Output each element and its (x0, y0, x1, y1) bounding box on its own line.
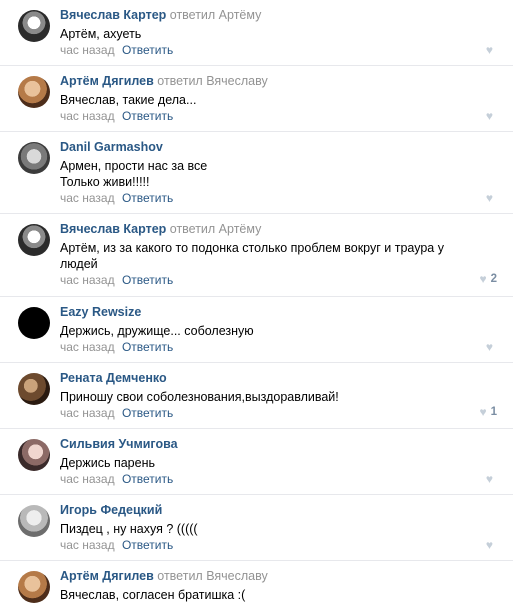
comment-text: Вячеслав, такие дела... (60, 93, 197, 107)
avatar[interactable] (18, 10, 50, 42)
comment-meta: час назад Ответить (60, 191, 173, 205)
comment-item: Рената Демченко Приношу свои соболезнова… (0, 363, 513, 429)
author-link[interactable]: Артём Дягилев (60, 569, 154, 583)
comment-text: Артём, ахуеть (60, 27, 142, 41)
comment-meta: час назад Ответить (60, 273, 173, 287)
comment-text: Армен, прости нас за все Только живи!!!!… (60, 159, 208, 189)
author-link[interactable]: Артём Дягилев (60, 74, 154, 88)
author-link[interactable]: Сильвия Учмигова (60, 437, 178, 451)
comment-item: Eazy Rewsize Держись, дружище... соболез… (0, 297, 513, 363)
timestamp: час назад (60, 538, 115, 552)
author-link[interactable]: Вячеслав Картер (60, 8, 166, 22)
reply-button[interactable]: Ответить (122, 109, 173, 123)
timestamp: час назад (60, 340, 115, 354)
heart-icon: ♥ (485, 472, 493, 486)
comment-item: Артём Дягилев ответил Вячеславу Вячеслав… (0, 561, 513, 603)
heart-icon: ♥ (485, 43, 493, 57)
avatar[interactable] (18, 571, 50, 603)
reply-button[interactable]: Ответить (122, 340, 173, 354)
reply-button[interactable]: Ответить (122, 406, 173, 420)
like-count: 1 (490, 406, 497, 418)
avatar[interactable] (18, 439, 50, 471)
heart-icon: ♥ (485, 538, 493, 552)
heart-icon: ♥ (479, 272, 487, 286)
comment-meta: час назад Ответить (60, 538, 173, 552)
heart-icon: ♥ (485, 109, 493, 123)
comment-item: Вячеслав Картер ответил Артёму Артём, ах… (0, 0, 513, 66)
comment-header: Сильвия Учмигова (60, 437, 178, 451)
like-button[interactable]: ♥ 2 (479, 273, 497, 285)
comment-header: Eazy Rewsize (60, 305, 141, 319)
avatar[interactable] (18, 505, 50, 537)
like-button[interactable]: ♥ (486, 473, 497, 485)
comment-header: Danil Garmashov (60, 140, 163, 154)
comment-meta: час назад Ответить (60, 340, 173, 354)
heart-icon: ♥ (479, 405, 487, 419)
replied-to-label: ответил Вячеславу (157, 74, 268, 88)
comment-text: Держись, дружище... соболезную (60, 324, 254, 338)
comment-header: Артём Дягилев ответил Вячеславу (60, 74, 268, 88)
like-button[interactable]: ♥ (486, 110, 497, 122)
comment-header: Рената Демченко (60, 371, 167, 385)
reply-button[interactable]: Ответить (122, 43, 173, 57)
comment-header: Вячеслав Картер ответил Артёму (60, 8, 261, 22)
timestamp: час назад (60, 406, 115, 420)
author-link[interactable]: Вячеслав Картер (60, 222, 166, 236)
replied-to-label: ответил Артёму (169, 8, 262, 22)
timestamp: час назад (60, 472, 115, 486)
comment-meta: час назад Ответить (60, 406, 173, 420)
heart-icon: ♥ (485, 340, 493, 354)
reply-button[interactable]: Ответить (122, 273, 173, 287)
like-button[interactable]: ♥ (486, 539, 497, 551)
comment-item: Артём Дягилев ответил Вячеславу Вячеслав… (0, 66, 513, 132)
author-link[interactable]: Игорь Федецкий (60, 503, 162, 517)
replied-to-label: ответил Артёму (169, 222, 262, 236)
comment-meta: час назад Ответить (60, 43, 173, 57)
reply-button[interactable]: Ответить (122, 472, 173, 486)
like-button[interactable]: ♥ (486, 192, 497, 204)
comment-item: Вячеслав Картер ответил Артёму Артём, из… (0, 214, 513, 297)
heart-icon: ♥ (485, 191, 493, 205)
replied-to-label: ответил Вячеславу (157, 569, 268, 583)
avatar[interactable] (18, 224, 50, 256)
timestamp: час назад (60, 43, 115, 57)
comment-text: Пиздец , ну нахуя ? ((((( (60, 522, 198, 536)
comment-text: Приношу свои соболезнования,выздоравлива… (60, 390, 339, 404)
like-button[interactable]: ♥ (486, 341, 497, 353)
author-link[interactable]: Danil Garmashov (60, 140, 163, 154)
like-button[interactable]: ♥ 1 (479, 406, 497, 418)
timestamp: час назад (60, 191, 115, 205)
avatar[interactable] (18, 373, 50, 405)
comment-header: Вячеслав Картер ответил Артёму (60, 222, 261, 236)
timestamp: час назад (60, 273, 115, 287)
author-link[interactable]: Eazy Rewsize (60, 305, 141, 319)
comment-item: Игорь Федецкий Пиздец , ну нахуя ? (((((… (0, 495, 513, 561)
timestamp: час назад (60, 109, 115, 123)
like-count: 2 (490, 273, 497, 285)
author-link[interactable]: Рената Демченко (60, 371, 167, 385)
comment-header: Артём Дягилев ответил Вячеславу (60, 569, 268, 583)
comment-meta: час назад Ответить (60, 109, 173, 123)
comment-header: Игорь Федецкий (60, 503, 162, 517)
comment-text: Артём, из за какого то подонка столько п… (60, 241, 444, 271)
like-button[interactable]: ♥ (486, 44, 497, 56)
avatar[interactable] (18, 76, 50, 108)
avatar[interactable] (18, 142, 50, 174)
comments-feed: Вячеслав Картер ответил Артёму Артём, ах… (0, 0, 513, 603)
comment-meta: час назад Ответить (60, 472, 173, 486)
comment-item: Danil Garmashov Армен, прости нас за все… (0, 132, 513, 214)
comment-item: Сильвия Учмигова Держись парень час наза… (0, 429, 513, 495)
reply-button[interactable]: Ответить (122, 191, 173, 205)
avatar[interactable] (18, 307, 50, 339)
comment-text: Вячеслав, согласен братишка :( (60, 588, 246, 602)
comment-text: Держись парень (60, 456, 155, 470)
reply-button[interactable]: Ответить (122, 538, 173, 552)
